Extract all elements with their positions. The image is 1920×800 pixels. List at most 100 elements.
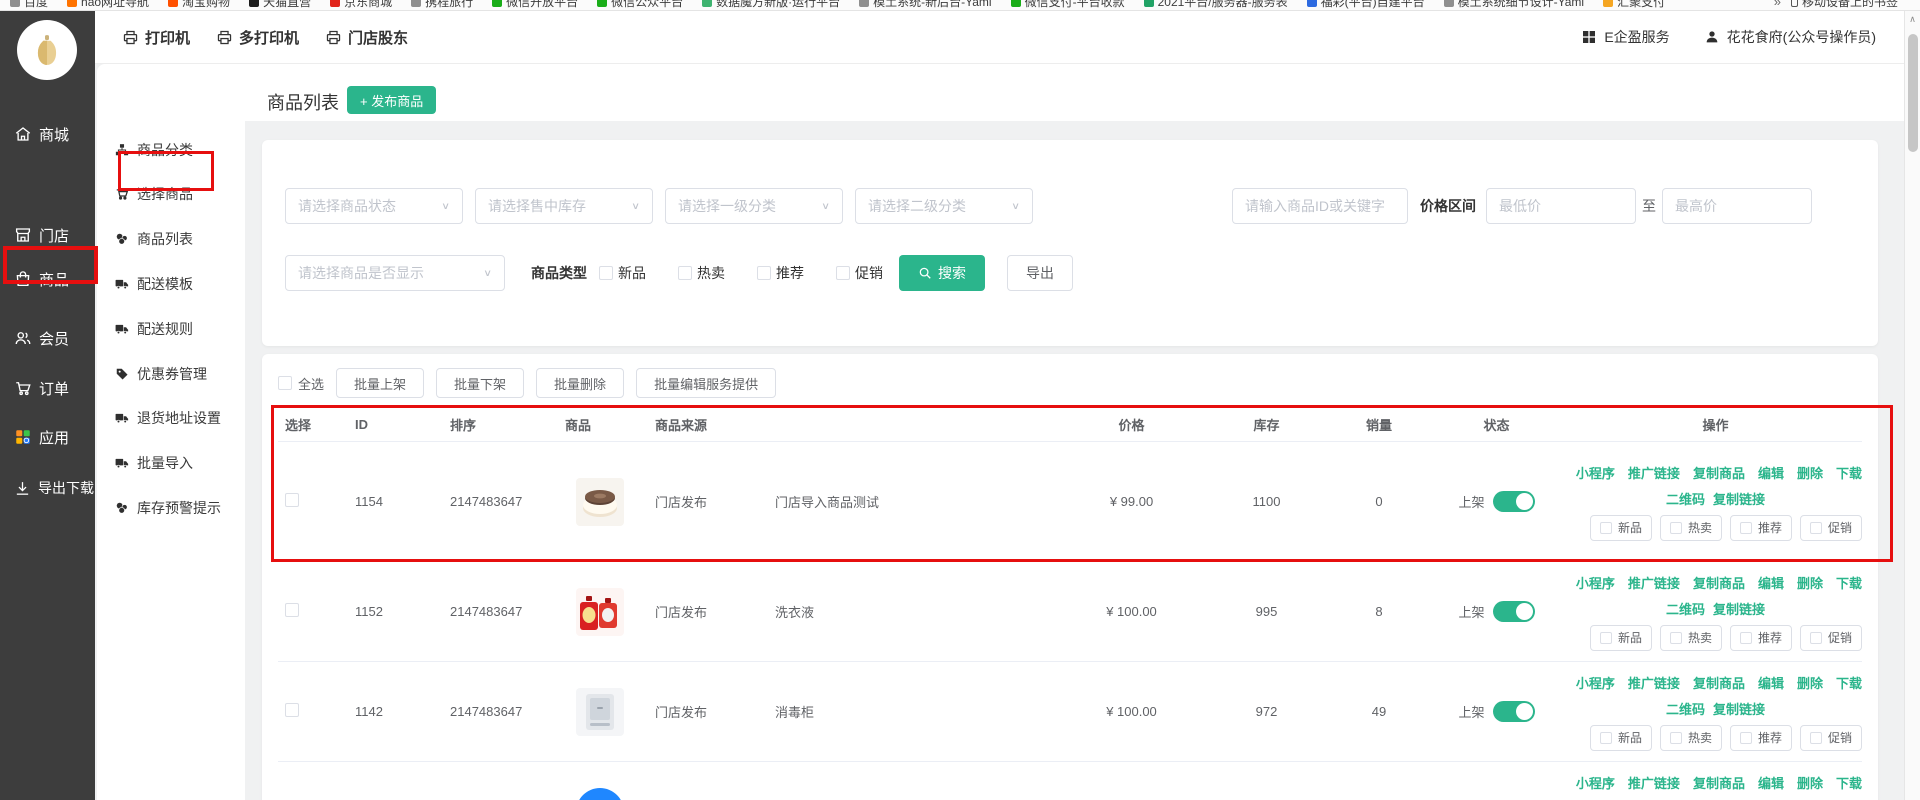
batch-off-shelf-button[interactable]: 批量下架	[436, 368, 524, 398]
tag-checkbox-new[interactable]: 新品	[1590, 725, 1652, 751]
status-toggle[interactable]	[1493, 491, 1535, 512]
batch-delete-button[interactable]: 批量删除	[536, 368, 624, 398]
bookmark-item[interactable]: 淘宝购物	[168, 0, 230, 10]
checkbox[interactable]	[1600, 522, 1612, 534]
search-button[interactable]: 搜索	[899, 255, 985, 291]
copy-product-link[interactable]: 复制商品	[1693, 573, 1745, 592]
tag-checkbox-hot[interactable]: 热卖	[1660, 515, 1722, 541]
bookmark-item[interactable]: 天猫直营	[249, 0, 311, 10]
sidebar-item-store[interactable]: 门店	[0, 217, 95, 253]
type-checkbox-promo[interactable]: 促销	[836, 263, 883, 283]
checkbox[interactable]	[1810, 522, 1822, 534]
tag-checkbox-promo[interactable]: 促销	[1800, 725, 1862, 751]
batch-on-shelf-button[interactable]: 批量上架	[336, 368, 424, 398]
category-level2-select[interactable]: 请选择二级分类 ∨	[855, 188, 1033, 224]
qrcode-link[interactable]: 二维码	[1666, 699, 1705, 718]
delete-link[interactable]: 删除	[1797, 463, 1823, 482]
bookmark-item[interactable]: 百度	[10, 0, 48, 10]
tag-checkbox-hot[interactable]: 热卖	[1660, 725, 1722, 751]
checkbox[interactable]	[836, 266, 850, 280]
status-toggle[interactable]	[1493, 701, 1535, 722]
row-checkbox[interactable]	[285, 493, 299, 507]
tag-checkbox-hot[interactable]: 热卖	[1660, 625, 1722, 651]
multi-printer-button[interactable]: 多打印机	[216, 27, 299, 48]
bookmark-item[interactable]: 汇聚支付	[1603, 0, 1665, 10]
scroll-up-arrow-icon[interactable]: ∧	[1905, 11, 1920, 28]
bookmarks-overflow-chevron-icon[interactable]: »	[1774, 0, 1781, 9]
category-level1-select[interactable]: 请选择一级分类 ∨	[665, 188, 843, 224]
sidebar-item-orders[interactable]: 订单	[0, 370, 95, 406]
bookmark-item[interactable]: 福彩(平台)自建平台	[1307, 0, 1425, 10]
tag-checkbox-recommend[interactable]: 推荐	[1730, 515, 1792, 541]
copy-product-link[interactable]: 复制商品	[1693, 463, 1745, 482]
copy-product-link[interactable]: 复制商品	[1693, 673, 1745, 692]
store-shareholder-button[interactable]: 门店股东	[325, 27, 408, 48]
product-visibility-select[interactable]: 请选择商品是否显示 ∨	[285, 255, 505, 291]
table-row[interactable]: 1154 2147483647 门店发布	[278, 442, 1862, 562]
keyword-input[interactable]	[1232, 188, 1408, 224]
batch-edit-service-button[interactable]: 批量编辑服务提供	[636, 368, 776, 398]
edit-link[interactable]: 编辑	[1758, 573, 1784, 592]
sidebar-item-products[interactable]: 商品	[0, 261, 95, 297]
type-checkbox-new[interactable]: 新品	[599, 263, 646, 283]
printer-button[interactable]: 打印机	[122, 27, 190, 48]
bookmark-item[interactable]: 模土系统细节设计-Yami	[1444, 0, 1584, 10]
promotion-link[interactable]: 推广链接	[1628, 573, 1680, 592]
promotion-link[interactable]: 推广链接	[1628, 673, 1680, 692]
select-all-checkbox[interactable]: 全选	[278, 374, 324, 393]
mini-program-link[interactable]: 小程序	[1576, 773, 1615, 792]
checkbox[interactable]	[1600, 632, 1612, 644]
download-link[interactable]: 下载	[1836, 573, 1862, 592]
bookmark-item[interactable]: 数据魔方新版·运行平台	[702, 0, 840, 10]
checkbox[interactable]	[599, 266, 613, 280]
checkbox[interactable]	[1740, 522, 1752, 534]
bookmark-item[interactable]: 2021平台/服务器-服务表	[1144, 0, 1288, 10]
row-checkbox[interactable]	[285, 603, 299, 617]
type-checkbox-recommend[interactable]: 推荐	[757, 263, 804, 283]
copy-url-link[interactable]: 复制链接	[1713, 489, 1765, 508]
checkbox[interactable]	[1740, 732, 1752, 744]
sidebar-item-members[interactable]: 会员	[0, 320, 95, 356]
copy-url-link[interactable]: 复制链接	[1713, 699, 1765, 718]
submenu-item-stock-warning[interactable]: 库存预警提示	[97, 491, 245, 525]
sidebar-item-export-download[interactable]: 导出下载	[0, 470, 95, 506]
tag-checkbox-recommend[interactable]: 推荐	[1730, 625, 1792, 651]
mini-program-link[interactable]: 小程序	[1576, 573, 1615, 592]
max-price-input[interactable]	[1662, 188, 1812, 224]
qrcode-link[interactable]: 二维码	[1666, 489, 1705, 508]
delete-link[interactable]: 删除	[1797, 773, 1823, 792]
checkbox[interactable]	[1670, 732, 1682, 744]
status-toggle[interactable]	[1493, 601, 1535, 622]
min-price-input[interactable]	[1486, 188, 1636, 224]
bookmark-item[interactable]: hao网址导航	[67, 0, 149, 10]
mini-program-link[interactable]: 小程序	[1576, 463, 1615, 482]
service-menu[interactable]: E企盈服务	[1581, 27, 1669, 47]
row-checkbox[interactable]	[285, 703, 299, 717]
promotion-link[interactable]: 推广链接	[1628, 773, 1680, 792]
download-link[interactable]: 下载	[1836, 773, 1862, 792]
mobile-bookmarks-item[interactable]: 移动设备上的书签	[1791, 0, 1898, 10]
checkbox[interactable]	[278, 376, 292, 390]
delete-link[interactable]: 删除	[1797, 573, 1823, 592]
checkbox[interactable]	[1810, 632, 1822, 644]
delete-link[interactable]: 删除	[1797, 673, 1823, 692]
submenu-item-select-product[interactable]: 选择商品	[97, 177, 245, 211]
stock-select[interactable]: 请选择售中库存 ∨	[475, 188, 653, 224]
publish-product-button[interactable]: + 发布商品	[347, 86, 436, 114]
edit-link[interactable]: 编辑	[1758, 773, 1784, 792]
type-checkbox-hot[interactable]: 热卖	[678, 263, 725, 283]
store-logo[interactable]	[17, 20, 77, 80]
edit-link[interactable]: 编辑	[1758, 463, 1784, 482]
bookmark-item[interactable]: 京东商城	[330, 0, 392, 10]
table-row[interactable]: 1152 2147483647	[278, 562, 1862, 662]
edit-link[interactable]: 编辑	[1758, 673, 1784, 692]
submenu-item-batch-import[interactable]: 批量导入	[97, 446, 245, 480]
promotion-link[interactable]: 推广链接	[1628, 463, 1680, 482]
bookmark-item[interactable]: 微信支付-平台收款	[1011, 0, 1125, 10]
scrollbar[interactable]: ∧	[1904, 11, 1920, 800]
checkbox[interactable]	[1810, 732, 1822, 744]
mini-program-link[interactable]: 小程序	[1576, 673, 1615, 692]
checkbox[interactable]	[1740, 632, 1752, 644]
product-status-select[interactable]: 请选择商品状态 ∨	[285, 188, 463, 224]
submenu-item-product-category[interactable]: 商品分类	[97, 133, 245, 167]
